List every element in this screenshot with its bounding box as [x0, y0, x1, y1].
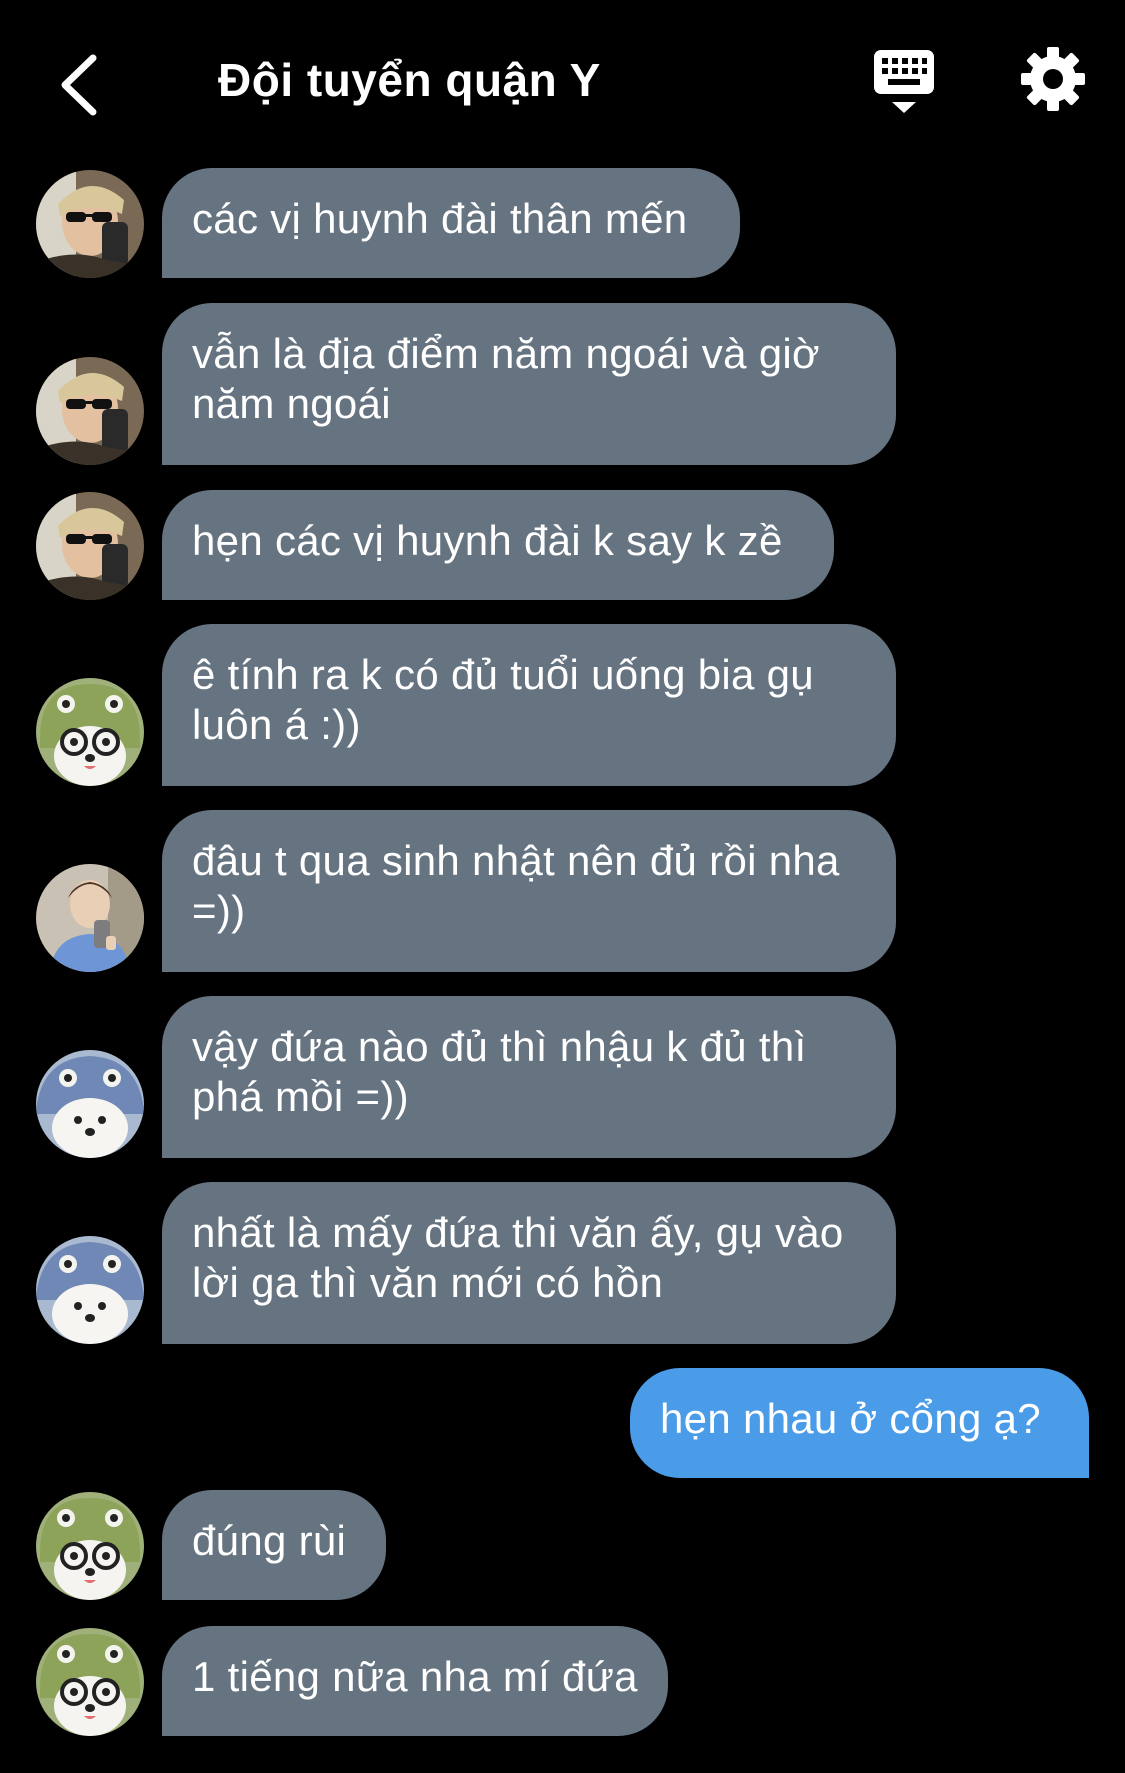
message-bubble: 1 tiếng nữa nha mí đứa — [162, 1626, 668, 1736]
gear-icon — [1021, 47, 1085, 111]
message-row: hẹn các vị huynh đài k say k zề — [0, 490, 1125, 600]
message-row: đâu t qua sinh nhật nên đủ rồi nha =)) — [0, 810, 1125, 972]
settings-button[interactable] — [1020, 46, 1086, 112]
avatar-dog-green-hat[interactable] — [36, 678, 144, 786]
chevron-left-icon — [61, 54, 97, 116]
avatar-sunglasses[interactable] — [36, 357, 144, 465]
back-button[interactable] — [40, 45, 120, 125]
message-row: 1 tiếng nữa nha mí đứa — [0, 1626, 1125, 1736]
message-bubble: các vị huynh đài thân mến — [162, 168, 740, 278]
avatar-mirror-selfie[interactable] — [36, 864, 144, 972]
message-row: hẹn nhau ở cổng ạ? — [0, 1368, 1125, 1478]
message-bubble: vẫn là địa điểm năm ngoái và giờ năm ngo… — [162, 303, 896, 465]
message-bubble: đâu t qua sinh nhật nên đủ rồi nha =)) — [162, 810, 896, 972]
avatar-dog-blue-hat[interactable] — [36, 1236, 144, 1344]
message-row: vẫn là địa điểm năm ngoái và giờ năm ngo… — [0, 303, 1125, 465]
avatar-dog-green-hat[interactable] — [36, 1628, 144, 1736]
avatar-dog-blue-hat[interactable] — [36, 1050, 144, 1158]
message-list: các vị huynh đài thân mến vẫn là địa điể… — [0, 0, 1125, 1773]
message-row: các vị huynh đài thân mến — [0, 168, 1125, 278]
message-bubble: ê tính ra k có đủ tuổi uống bia gụ luôn … — [162, 624, 896, 786]
message-bubble-outgoing: hẹn nhau ở cổng ạ? — [630, 1368, 1089, 1478]
keyboard-button[interactable] — [872, 46, 948, 118]
message-bubble: nhất là mấy đứa thi văn ấy, gụ vào lời g… — [162, 1182, 896, 1344]
message-row: nhất là mấy đứa thi văn ấy, gụ vào lời g… — [0, 1182, 1125, 1344]
avatar-dog-green-hat[interactable] — [36, 1492, 144, 1600]
chat-title: Đội tuyển quận Y — [218, 54, 601, 106]
message-bubble: vậy đứa nào đủ thì nhậu k đủ thì phá mồi… — [162, 996, 896, 1158]
message-row: vậy đứa nào đủ thì nhậu k đủ thì phá mồi… — [0, 996, 1125, 1158]
chat-header: Đội tuyển quận Y — [0, 0, 1125, 160]
message-row: đúng rùi — [0, 1490, 1125, 1600]
avatar-sunglasses[interactable] — [36, 170, 144, 278]
message-bubble: hẹn các vị huynh đài k say k zề — [162, 490, 834, 600]
keyboard-icon — [874, 50, 934, 113]
message-row: ê tính ra k có đủ tuổi uống bia gụ luôn … — [0, 624, 1125, 786]
message-bubble: đúng rùi — [162, 1490, 386, 1600]
avatar-sunglasses[interactable] — [36, 492, 144, 600]
